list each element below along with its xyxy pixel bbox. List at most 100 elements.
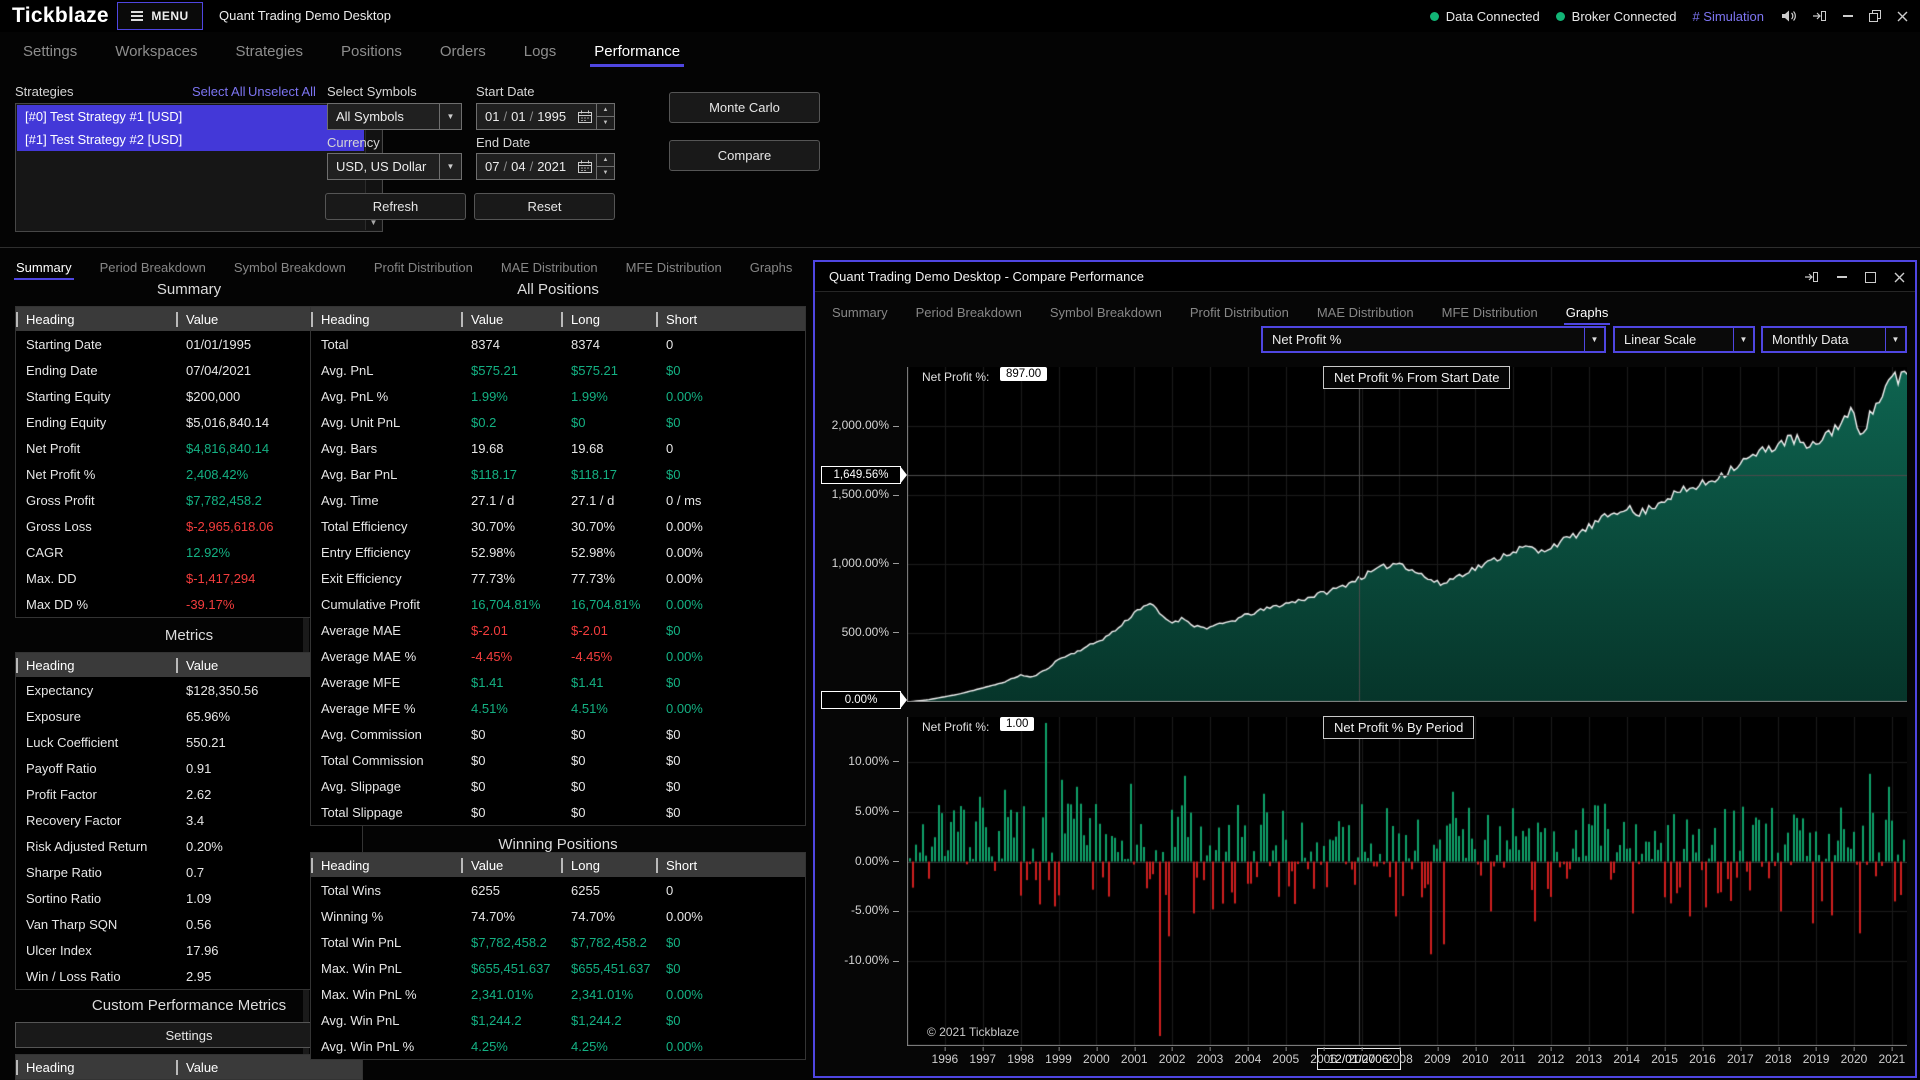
strategy-list-item[interactable]: [#1] Test Strategy #2 [USD] — [17, 128, 364, 151]
start-year[interactable]: 1995 — [537, 109, 566, 124]
period-dropdown[interactable]: Monthly Data ▼ — [1761, 326, 1907, 353]
table-row[interactable]: Exit Efficiency77.73%77.73%0.00% — [311, 565, 805, 591]
date-spinner[interactable]: ▲▼ — [596, 154, 614, 179]
column-header[interactable]: Heading — [16, 1060, 176, 1075]
column-header[interactable]: Long — [561, 312, 656, 327]
reset-button[interactable]: Reset — [474, 193, 615, 220]
column-header[interactable]: Heading — [311, 858, 461, 873]
start-day[interactable]: 01 — [511, 109, 525, 124]
compare-tab-profit-distribution[interactable]: Profit Distribution — [1189, 300, 1290, 325]
currency-dropdown[interactable]: USD, US Dollar ▼ — [327, 153, 462, 180]
column-header[interactable]: Heading — [16, 658, 176, 673]
refresh-button[interactable]: Refresh — [325, 193, 466, 220]
compare-tab-period-breakdown[interactable]: Period Breakdown — [915, 300, 1023, 325]
menu-button[interactable]: MENU — [117, 2, 203, 30]
calendar-icon[interactable] — [574, 154, 596, 179]
main-tab-orders[interactable]: Orders — [438, 36, 488, 67]
column-header[interactable]: Heading — [311, 312, 461, 327]
table-row[interactable]: Avg. PnL %1.99%1.99%0.00% — [311, 383, 805, 409]
dock-icon[interactable] — [1813, 10, 1827, 22]
close-icon[interactable] — [1897, 11, 1908, 22]
main-tab-settings[interactable]: Settings — [21, 36, 79, 67]
graph-type-dropdown[interactable]: Net Profit % ▼ — [1261, 326, 1606, 353]
scale-dropdown[interactable]: Linear Scale ▼ — [1613, 326, 1755, 353]
monte-carlo-button[interactable]: Monte Carlo — [669, 92, 820, 123]
table-row[interactable]: Total837483740 — [311, 331, 805, 357]
table-row[interactable]: Entry Efficiency52.98%52.98%0.00% — [311, 539, 805, 565]
report-tab-summary[interactable]: Summary — [15, 255, 73, 280]
table-row[interactable]: Avg. Commission$0$0$0 — [311, 721, 805, 747]
table-row[interactable]: Average MFE$1.41$1.41$0 — [311, 669, 805, 695]
column-header[interactable]: Value — [176, 1060, 362, 1075]
end-date-field[interactable]: 07/ 04/ 2021 ▲▼ — [476, 153, 615, 180]
compare-tab-symbol-breakdown[interactable]: Symbol Breakdown — [1049, 300, 1163, 325]
close-icon[interactable] — [1894, 272, 1905, 283]
spin-up-icon[interactable]: ▲ — [597, 154, 614, 166]
report-tab-period-breakdown[interactable]: Period Breakdown — [99, 255, 207, 280]
table-row[interactable]: Avg. Win PnL$1,244.2$1,244.2$0 — [311, 1007, 805, 1033]
table-row[interactable]: Total Slippage$0$0$0 — [311, 799, 805, 825]
main-tab-positions[interactable]: Positions — [339, 36, 404, 67]
spin-up-icon[interactable]: ▲ — [597, 104, 614, 116]
table-row[interactable]: Max. Win PnL %2,341.01%2,341.01%0.00% — [311, 981, 805, 1007]
table-row[interactable]: Avg. Unit PnL$0.2$0$0 — [311, 409, 805, 435]
compare-tab-graphs[interactable]: Graphs — [1565, 300, 1610, 325]
spin-down-icon[interactable]: ▼ — [597, 166, 614, 179]
table-row[interactable]: Avg. Bar PnL$118.17$118.17$0 — [311, 461, 805, 487]
strategy-list-item[interactable]: [#0] Test Strategy #1 [USD] — [17, 105, 364, 128]
report-tab-graphs[interactable]: Graphs — [749, 255, 794, 280]
report-tab-mfe-distribution[interactable]: MFE Distribution — [625, 255, 723, 280]
equity-curve-chart[interactable] — [907, 367, 1907, 702]
main-tab-logs[interactable]: Logs — [522, 36, 559, 67]
main-tab-performance[interactable]: Performance — [592, 36, 682, 67]
table-row[interactable]: Avg. Slippage$0$0$0 — [311, 773, 805, 799]
end-month[interactable]: 07 — [485, 159, 499, 174]
end-day[interactable]: 04 — [511, 159, 525, 174]
dock-icon[interactable] — [1805, 271, 1819, 283]
column-header[interactable]: Value — [461, 312, 561, 327]
select-all-link[interactable]: Select All — [192, 84, 245, 99]
start-month[interactable]: 01 — [485, 109, 499, 124]
table-row[interactable]: Total Commission$0$0$0 — [311, 747, 805, 773]
end-year[interactable]: 2021 — [537, 159, 566, 174]
table-row[interactable]: Average MAE$-2.01$-2.01$0 — [311, 617, 805, 643]
minimize-icon[interactable] — [1843, 15, 1853, 17]
compare-button[interactable]: Compare — [669, 140, 820, 171]
restore-icon[interactable] — [1869, 10, 1881, 22]
maximize-icon[interactable] — [1865, 272, 1876, 283]
compare-window-titlebar[interactable]: Quant Trading Demo Desktop - Compare Per… — [815, 262, 1915, 292]
table-row[interactable]: Max. Win PnL$655,451.637$655,451.637$0 — [311, 955, 805, 981]
column-header[interactable]: Long — [561, 858, 656, 873]
report-tab-mae-distribution[interactable]: MAE Distribution — [500, 255, 599, 280]
column-header[interactable]: Short — [656, 858, 805, 873]
table-row[interactable]: Avg. Bars19.6819.680 — [311, 435, 805, 461]
main-tab-workspaces[interactable]: Workspaces — [113, 36, 199, 67]
compare-tab-summary[interactable]: Summary — [831, 300, 889, 325]
table-row[interactable]: Cumulative Profit16,704.81%16,704.81%0.0… — [311, 591, 805, 617]
column-header[interactable]: Heading — [16, 312, 176, 327]
minimize-icon[interactable] — [1837, 276, 1847, 278]
start-date-field[interactable]: 01/ 01/ 1995 ▲▼ — [476, 103, 615, 130]
table-row[interactable]: Avg. PnL$575.21$575.21$0 — [311, 357, 805, 383]
table-row[interactable]: Total Efficiency30.70%30.70%0.00% — [311, 513, 805, 539]
date-spinner[interactable]: ▲▼ — [596, 104, 614, 129]
table-row[interactable]: Avg. Time27.1 / d27.1 / d0 / ms — [311, 487, 805, 513]
report-tab-profit-distribution[interactable]: Profit Distribution — [373, 255, 474, 280]
table-row[interactable]: Average MFE %4.51%4.51%0.00% — [311, 695, 805, 721]
compare-tab-mae-distribution[interactable]: MAE Distribution — [1316, 300, 1415, 325]
spin-down-icon[interactable]: ▼ — [597, 116, 614, 129]
table-row[interactable]: Total Wins625562550 — [311, 877, 805, 903]
table-row[interactable]: Avg. Win PnL %4.25%4.25%0.00% — [311, 1033, 805, 1059]
column-header[interactable]: Value — [461, 858, 561, 873]
compare-tab-mfe-distribution[interactable]: MFE Distribution — [1441, 300, 1539, 325]
speaker-icon[interactable] — [1780, 8, 1797, 24]
column-header[interactable]: Short — [656, 312, 805, 327]
table-row[interactable]: Total Win PnL$7,782,458.2$7,782,458.2$0 — [311, 929, 805, 955]
report-tab-symbol-breakdown[interactable]: Symbol Breakdown — [233, 255, 347, 280]
main-tab-strategies[interactable]: Strategies — [233, 36, 305, 67]
symbols-dropdown[interactable]: All Symbols ▼ — [327, 103, 462, 130]
table-row[interactable]: Average MAE %-4.45%-4.45%0.00% — [311, 643, 805, 669]
period-returns-chart[interactable] — [907, 717, 1907, 1046]
calendar-icon[interactable] — [574, 104, 596, 129]
unselect-all-link[interactable]: Unselect All — [248, 84, 316, 99]
